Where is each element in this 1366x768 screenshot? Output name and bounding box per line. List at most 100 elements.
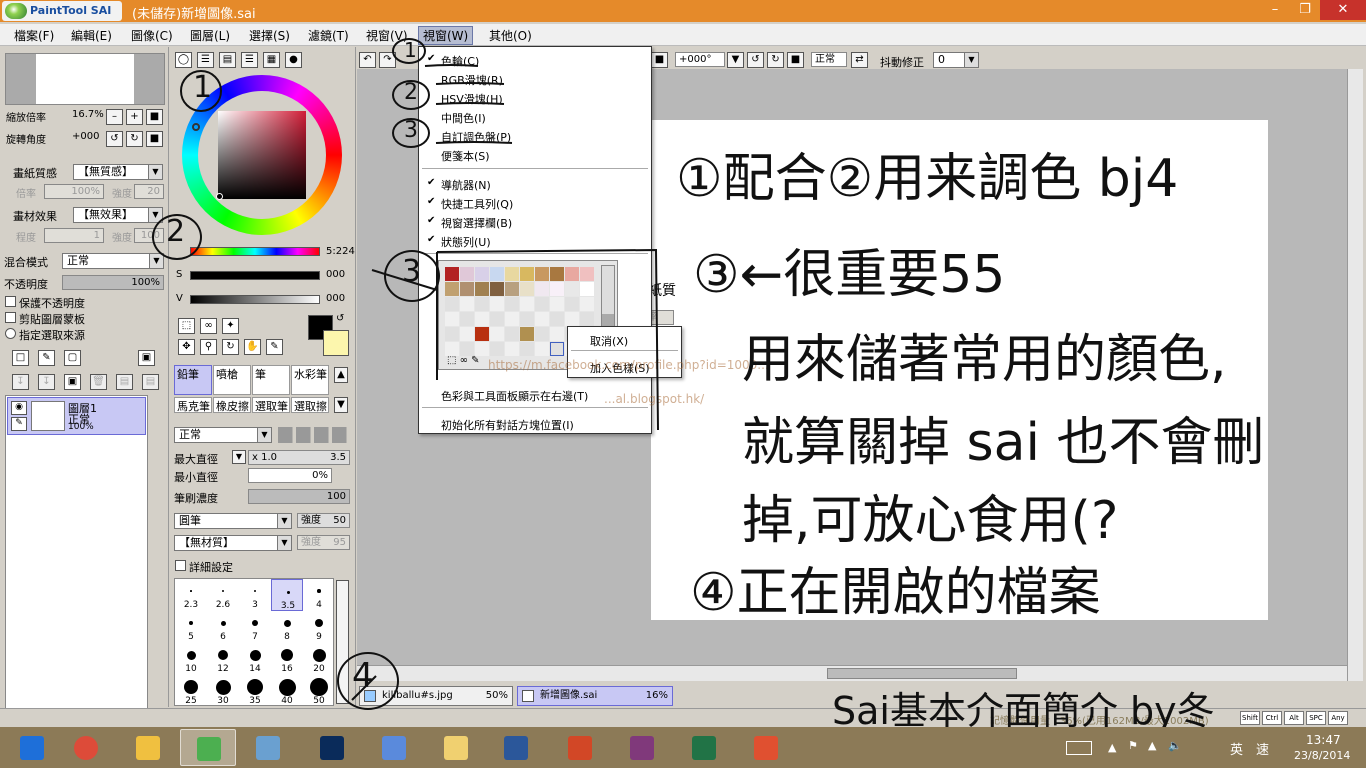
tool-tab-pencil[interactable]: 鉛筆: [174, 365, 212, 395]
value-slider[interactable]: [190, 295, 320, 304]
palette-swatch[interactable]: [580, 297, 594, 311]
brush-size-cell[interactable]: 6: [207, 611, 239, 643]
taskbar-apps-button[interactable]: [738, 729, 794, 766]
menu-image[interactable]: 圖像(C): [131, 27, 173, 44]
rotate-reset-button[interactable]: ■: [146, 131, 163, 147]
clear-layer-button[interactable]: ▣: [64, 374, 81, 390]
merge-all-button[interactable]: ▤: [142, 374, 159, 390]
rotate-angle-field[interactable]: +000°: [675, 52, 725, 67]
hue-handle[interactable]: [192, 123, 200, 131]
layer-item[interactable]: ◉ ✎ 圖層1 正常 100%: [7, 397, 146, 435]
document-tab-active[interactable]: 新增圖像.sai 16%: [517, 686, 673, 706]
tool-tab-select-eraser[interactable]: 選取擦: [291, 397, 329, 413]
tool-tab-marker[interactable]: 馬克筆: [174, 397, 212, 413]
stabilizer-select[interactable]: 0 ▼: [933, 52, 979, 68]
brush-size-cell[interactable]: 30: [207, 675, 239, 707]
navigator-preview[interactable]: [5, 53, 165, 105]
scroll-thumb[interactable]: [827, 668, 1017, 679]
palette-swatch[interactable]: [580, 282, 594, 296]
brush-shape-select[interactable]: 圓筆 ▼: [174, 513, 292, 529]
color-wheel-tab[interactable]: ◯: [175, 52, 192, 68]
palette-swatch[interactable]: [550, 342, 564, 356]
palette-swatch[interactable]: [565, 267, 579, 281]
palette-swatch[interactable]: [565, 312, 579, 326]
close-button[interactable]: ✕: [1320, 0, 1366, 20]
palette-swatch[interactable]: [475, 342, 489, 356]
rotate-ccw-button[interactable]: ↺: [747, 52, 764, 68]
palette-swatch[interactable]: [445, 342, 459, 356]
palette-swatch[interactable]: [520, 282, 534, 296]
taskbar-powerpoint-button[interactable]: [552, 729, 608, 766]
taskbar-pen-button[interactable]: [366, 729, 422, 766]
brush-size-cell[interactable]: 20: [303, 643, 335, 675]
brush-size-cell[interactable]: 3: [239, 579, 271, 611]
keyboard-icon[interactable]: [1066, 741, 1092, 755]
taskbar-paint-button[interactable]: [120, 729, 176, 766]
hsv-slider-tab[interactable]: ▤: [219, 52, 236, 68]
ime-mode[interactable]: 速: [1256, 739, 1269, 758]
window-menu-item[interactable]: 導航器(N): [441, 177, 491, 193]
paper-strength-field[interactable]: 20: [134, 184, 164, 199]
brush-size-cell[interactable]: 40: [271, 675, 303, 707]
window-menu-item[interactable]: 自訂調色盤(P): [441, 129, 511, 145]
menu-layer[interactable]: 圖層(L): [190, 27, 230, 44]
taskbar-sai-button[interactable]: [180, 729, 236, 766]
brush-size-cell[interactable]: 10: [175, 643, 207, 675]
rect-select-tool[interactable]: ⬚: [178, 318, 195, 334]
palette-swatch[interactable]: [445, 312, 459, 326]
detail-settings-checkbox[interactable]: [175, 560, 186, 571]
palette-swatch[interactable]: [490, 342, 504, 356]
palette-swatch[interactable]: [550, 267, 564, 281]
zoom-reset-button[interactable]: ■: [146, 109, 163, 125]
max-size-slider[interactable]: x 1.0 3.5: [248, 450, 350, 465]
brush-size-cell[interactable]: 16: [271, 643, 303, 675]
horizontal-scrollbar[interactable]: [357, 665, 1347, 681]
shape-strength-slider[interactable]: 強度 50: [297, 513, 350, 528]
tool-tab-watercolor[interactable]: 水彩筆: [291, 365, 329, 395]
taskbar-word-button[interactable]: [488, 729, 544, 766]
window-menu-item[interactable]: 色彩與工具面板顯示在右邊(T): [441, 388, 588, 404]
palette-swatch[interactable]: [505, 312, 519, 326]
tools-scroll-down[interactable]: ▼: [334, 397, 348, 413]
palette-swatch[interactable]: [535, 312, 549, 326]
zoom-tool[interactable]: ⚲: [200, 339, 217, 355]
tools-scroll-up[interactable]: ▲: [334, 367, 348, 383]
window-menu-item[interactable]: 中間色(I): [441, 110, 486, 126]
menu-select[interactable]: 選擇(S): [249, 27, 290, 44]
scratchpad-tab[interactable]: ●: [285, 52, 302, 68]
taskbar-network-button[interactable]: [240, 729, 296, 766]
eye-icon[interactable]: ◉: [11, 401, 27, 415]
sv-handle[interactable]: [216, 193, 223, 200]
menu-window[interactable]: 視窗(W): [418, 26, 474, 45]
brush-size-cell[interactable]: 2.6: [207, 579, 239, 611]
taskbar-explorer-button[interactable]: [428, 729, 484, 766]
ime-label[interactable]: 英: [1230, 739, 1243, 758]
reset-rotation-button[interactable]: ■: [787, 52, 804, 68]
brush-size-cell[interactable]: 9: [303, 611, 335, 643]
maximize-button[interactable]: ❐: [1290, 0, 1320, 20]
taskbar-chrome-button[interactable]: [58, 729, 114, 766]
palette-swatch[interactable]: [475, 282, 489, 296]
palette-swatch[interactable]: [490, 327, 504, 341]
palette-swatch[interactable]: [520, 327, 534, 341]
window-menu-item[interactable]: 色輪(C): [441, 53, 479, 69]
palette-swatch[interactable]: [490, 312, 504, 326]
window-menu-item[interactable]: 快捷工具列(Q): [441, 196, 513, 212]
palette-swatch[interactable]: [505, 327, 519, 341]
taskbar-photoshop-button[interactable]: [304, 729, 360, 766]
palette-swatch[interactable]: [520, 267, 534, 281]
context-cancel[interactable]: 取消(X): [590, 333, 628, 349]
brush-edge-presets[interactable]: [278, 427, 350, 443]
palette-swatch[interactable]: [490, 282, 504, 296]
toolbar-button[interactable]: ■: [651, 52, 668, 68]
saturation-slider[interactable]: [190, 271, 320, 280]
palette-swatch[interactable]: [505, 282, 519, 296]
new-folder-button[interactable]: ▢: [64, 350, 81, 366]
transfer-down-button[interactable]: ↧: [12, 374, 29, 390]
rotate-tool[interactable]: ↻: [222, 339, 239, 355]
palette-swatch[interactable]: [505, 297, 519, 311]
palette-swatch[interactable]: [505, 267, 519, 281]
new-linework-layer-button[interactable]: ✎: [38, 350, 55, 366]
tool-tab-airbrush[interactable]: 噴槍: [213, 365, 251, 395]
new-layer-button[interactable]: □: [12, 350, 29, 366]
